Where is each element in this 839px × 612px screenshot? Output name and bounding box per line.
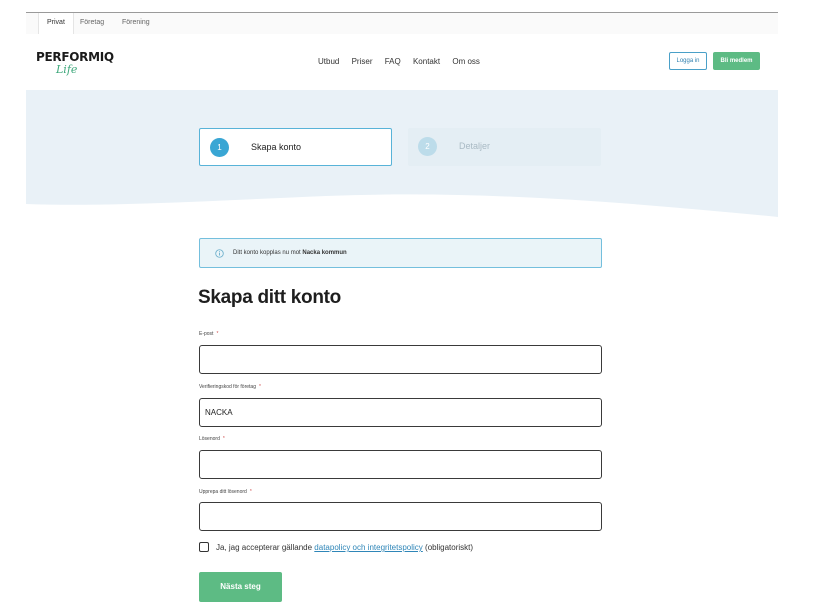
login-button[interactable]: Logga in bbox=[669, 52, 707, 70]
site-header: PERFORMIQ Life Utbud Priser FAQ Kontakt … bbox=[26, 34, 778, 90]
nav-item-utbud[interactable]: Utbud bbox=[318, 57, 339, 66]
logo-subtitle: Life bbox=[56, 63, 78, 76]
page-title: Skapa ditt konto bbox=[198, 287, 341, 308]
segment-tab-foretag[interactable]: Företag bbox=[72, 13, 112, 35]
next-step-button[interactable]: Nästa steg bbox=[199, 572, 282, 602]
password-field[interactable] bbox=[199, 450, 602, 479]
segment-bar: Privat Företag Förening bbox=[26, 12, 778, 35]
segment-tab-privat[interactable]: Privat bbox=[38, 13, 74, 35]
step-number-2: 2 bbox=[418, 137, 437, 156]
segment-tab-forening[interactable]: Förening bbox=[114, 13, 158, 35]
nav-item-kontakt[interactable]: Kontakt bbox=[413, 57, 440, 66]
step-create-account: 1 Skapa konto bbox=[199, 128, 392, 166]
verification-code-label: Verifieringskod för företag * bbox=[199, 384, 261, 390]
email-field[interactable] bbox=[199, 345, 602, 374]
page: Privat Företag Förening PERFORMIQ Life U… bbox=[26, 0, 778, 612]
info-text: Ditt konto kopplas nu mot Nacka kommun bbox=[233, 250, 347, 256]
email-label: E-post * bbox=[199, 331, 219, 337]
step-label: Skapa konto bbox=[251, 142, 302, 152]
municipality-name: Nacka kommun bbox=[302, 250, 347, 256]
become-member-button[interactable]: Bli medlem bbox=[713, 52, 760, 70]
consent-text: Ja, jag accepterar gällande datapolicy o… bbox=[216, 543, 474, 552]
repeat-password-label: Upprepa ditt lösenord * bbox=[199, 489, 252, 495]
step-label: Detaljer bbox=[459, 141, 491, 151]
step-details: 2 Detaljer bbox=[408, 128, 601, 166]
hero-band bbox=[26, 90, 778, 217]
nav-item-priser[interactable]: Priser bbox=[352, 57, 373, 66]
privacy-policy-link[interactable]: datapolicy och integritetspolicy bbox=[314, 543, 423, 552]
logo[interactable]: PERFORMIQ bbox=[36, 50, 114, 64]
nav-item-om-oss[interactable]: Om oss bbox=[452, 57, 480, 66]
main-nav: Utbud Priser FAQ Kontakt Om oss bbox=[318, 57, 490, 66]
repeat-password-field[interactable] bbox=[199, 502, 602, 531]
nav-item-faq[interactable]: FAQ bbox=[385, 57, 401, 66]
consent-checkbox[interactable] bbox=[199, 542, 209, 552]
info-icon bbox=[215, 249, 224, 258]
step-number-1: 1 bbox=[210, 138, 229, 157]
verification-code-field[interactable] bbox=[199, 398, 602, 427]
password-label: Lösenord * bbox=[199, 436, 225, 442]
info-banner: Ditt konto kopplas nu mot Nacka kommun bbox=[199, 238, 602, 268]
hero-wave-background bbox=[26, 90, 778, 217]
